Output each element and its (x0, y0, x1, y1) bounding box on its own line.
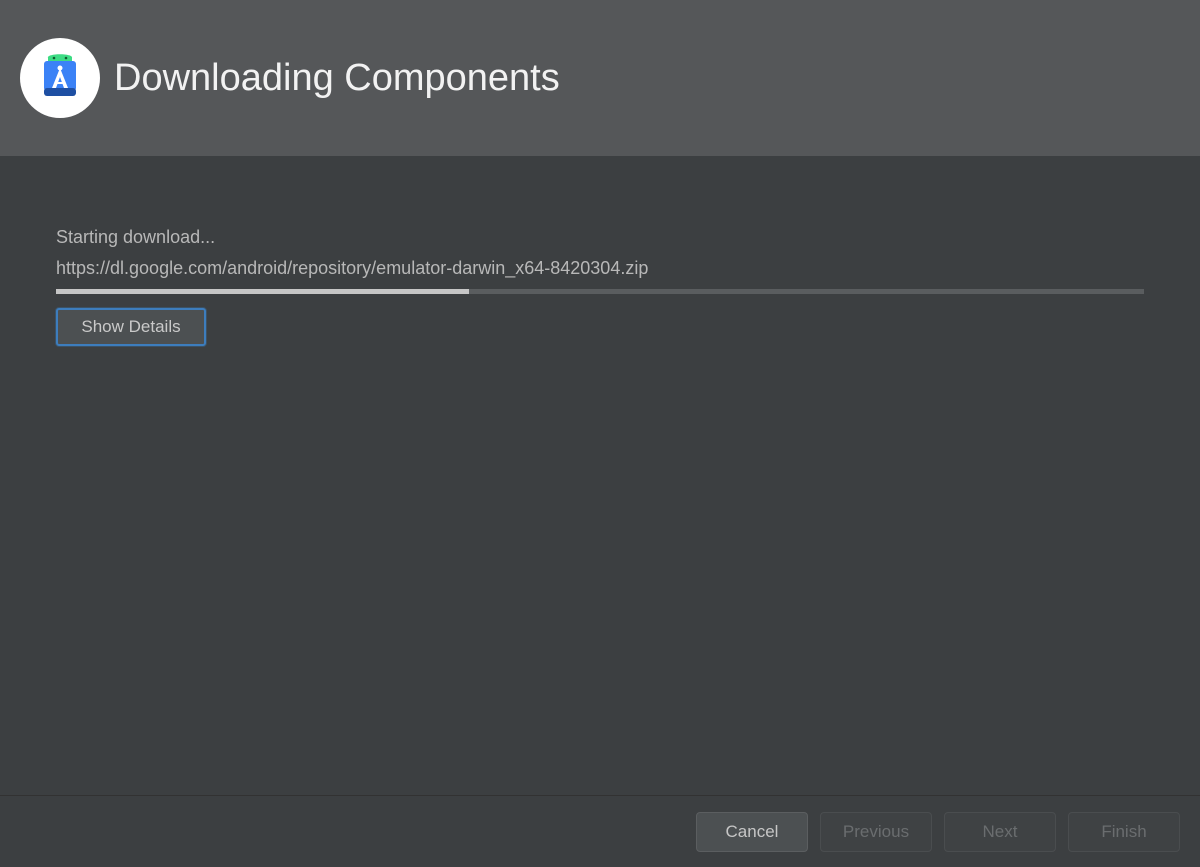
show-details-button[interactable]: Show Details (56, 308, 206, 346)
app-icon (20, 38, 100, 118)
progress-fill (56, 289, 469, 294)
previous-button: Previous (820, 812, 932, 852)
cancel-button[interactable]: Cancel (696, 812, 808, 852)
content-area: Starting download... https://dl.google.c… (0, 156, 1200, 795)
download-url: https://dl.google.com/android/repository… (56, 253, 1144, 284)
dialog-footer: Cancel Previous Next Finish (0, 795, 1200, 867)
progress-bar (56, 289, 1144, 294)
dialog-header: Downloading Components (0, 0, 1200, 156)
finish-button: Finish (1068, 812, 1180, 852)
status-text: Starting download... (56, 222, 1144, 253)
next-button: Next (944, 812, 1056, 852)
page-title: Downloading Components (114, 57, 560, 100)
android-studio-icon (32, 50, 88, 106)
